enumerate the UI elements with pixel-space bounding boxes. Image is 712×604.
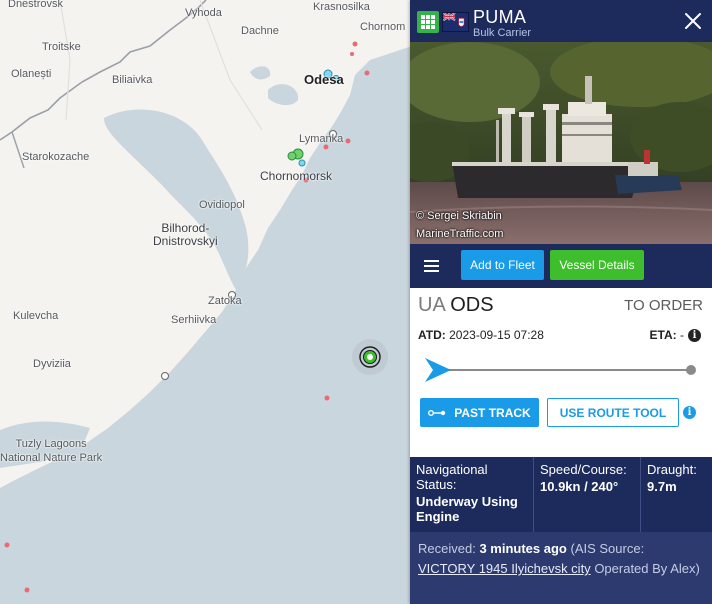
use-route-tool-button[interactable]: USE ROUTE TOOL xyxy=(547,398,679,427)
map-label-bilhorod: Bilhorod- Dnistrovskyi xyxy=(153,221,218,248)
map-label-tuzly: Tuzly Lagoons National Nature Park xyxy=(0,438,103,464)
speed-course-cell: Speed/Course: 10.9kn / 240° xyxy=(534,457,640,532)
map-label-chornomorske: Chornom xyxy=(360,21,406,33)
nav-status-label: Navigational Status: xyxy=(416,462,488,492)
map-label-lymanka: Lymanka xyxy=(299,133,344,145)
map-label-krasnosilka: Krasnosilka xyxy=(313,1,370,13)
origin-port[interactable]: UA ODS xyxy=(418,294,494,317)
atd-value: 2023-09-15 07:28 xyxy=(449,328,544,342)
origin-country: UA xyxy=(418,294,445,316)
menu-icon[interactable] xyxy=(420,255,444,277)
close-icon[interactable] xyxy=(684,12,702,30)
map-label-serhiivka: Serhiivka xyxy=(171,314,217,326)
add-to-fleet-button[interactable]: Add to Fleet xyxy=(461,250,544,280)
vessel-name: PUMA xyxy=(473,7,527,27)
past-track-button[interactable]: PAST TRACK xyxy=(420,398,539,427)
flag-icon xyxy=(442,12,469,32)
vessel-position-arrow-icon xyxy=(425,358,451,382)
map-label-chornomorsk: Chornomorsk xyxy=(260,169,333,183)
speed-course-label: Speed/Course: xyxy=(540,462,627,477)
origin-port-code: ODS xyxy=(450,294,494,316)
photo-credit-site: MarineTraffic.com xyxy=(416,228,504,240)
map-label-starokozache: Starokozache xyxy=(22,151,90,163)
draught-label: Draught: xyxy=(647,462,697,477)
map-label-biliaivka: Biliaivka xyxy=(112,74,153,86)
map-label-ovidiopol: Ovidiopol xyxy=(199,199,245,211)
map-label-troitske: Troitske xyxy=(42,41,81,53)
map-label-vyhoda: Vyhoda xyxy=(185,7,222,19)
map-label-dnestrovsk: Dnestrovsk xyxy=(8,0,64,10)
received-label: Received: xyxy=(418,541,476,556)
map-label-dyviziia: Dyviziia xyxy=(33,358,71,370)
atd-row: ATD: 2023-09-15 07:28 xyxy=(418,328,544,342)
nav-status-value: Underway Using Engine xyxy=(416,494,518,524)
ais-source-suffix: Operated By Alex) xyxy=(594,561,700,576)
received-info: Received: 3 minutes ago (AIS Source: VIC… xyxy=(410,532,712,604)
draught-cell: Draught: 9.7m xyxy=(641,457,712,532)
vessel-status-grid: Navigational Status: Underway Using Engi… xyxy=(410,457,712,532)
map-label-odesa: Odesa xyxy=(304,72,344,87)
ais-source-link[interactable]: VICTORY 1945 Ilyichevsk city xyxy=(418,561,591,576)
eta-row: ETA: - xyxy=(650,328,684,342)
draught-value: 9.7m xyxy=(647,479,677,494)
past-track-label: PAST TRACK xyxy=(454,405,531,420)
nav-status-cell: Navigational Status: Underway Using Engi… xyxy=(410,457,533,532)
speed-course-value: 10.9kn / 240° xyxy=(540,479,619,494)
vessel-photo[interactable]: © Sergei Skriabin MarineTraffic.com xyxy=(410,42,712,244)
panel-toolbar: Add to Fleet Vessel Details xyxy=(410,244,712,288)
vessel-type: Bulk Carrier xyxy=(473,27,532,39)
photo-credit-author: © Sergei Skriabin xyxy=(416,210,502,222)
eta-label: ETA: xyxy=(649,328,677,342)
vessel-details-button[interactable]: Vessel Details xyxy=(550,250,644,280)
atd-label: ATD: xyxy=(418,328,446,342)
eta-value: - xyxy=(680,328,684,342)
map-label-dachne: Dachne xyxy=(241,25,279,37)
destination: TO ORDER xyxy=(624,297,703,314)
app-root: Dnestrovsk Vyhoda Krasnosilka Chornom Da… xyxy=(0,0,712,604)
map-label-zatoka: Zatoka xyxy=(208,295,242,307)
vessel-info-panel: PUMA Bulk Carrier © Sergei Skriabin Mari… xyxy=(410,0,712,604)
ais-source-prefix: (AIS Source: xyxy=(570,541,645,556)
route-info-icon[interactable]: i xyxy=(683,406,696,419)
map-label-olanesti: Olanești xyxy=(11,68,52,80)
grid-icon[interactable] xyxy=(417,11,439,33)
track-icon xyxy=(428,409,446,416)
map-label-kulevcha: Kulevcha xyxy=(13,310,59,322)
voyage-progress-bar xyxy=(425,358,696,382)
eta-info-icon[interactable]: i xyxy=(688,329,701,342)
panel-header: PUMA Bulk Carrier xyxy=(410,0,712,42)
received-time: 3 minutes ago xyxy=(479,541,567,556)
